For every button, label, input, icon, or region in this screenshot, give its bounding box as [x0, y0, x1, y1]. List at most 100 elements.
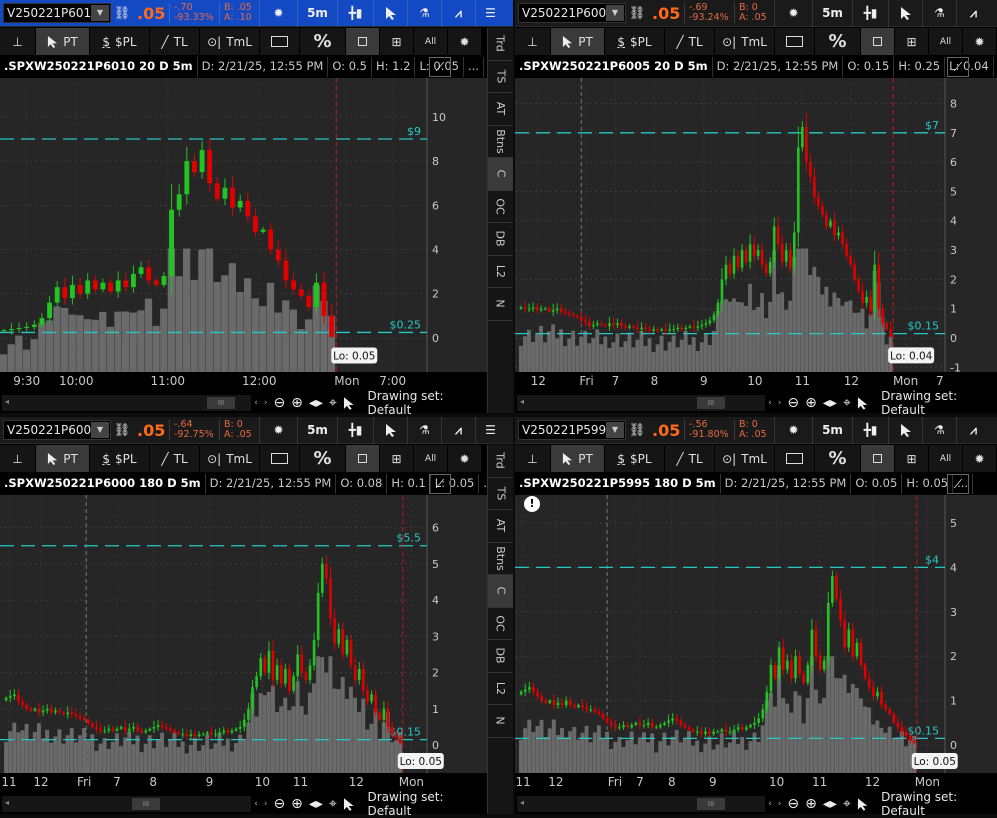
side-tab-db[interactable]: DB — [488, 223, 513, 256]
price-chart[interactable]: -1 0 1 2 3 4 5 6 7 8 9 $7 $0.15 Lo: 0.04 — [515, 78, 997, 372]
symbol-input[interactable]: V250221P6010 — [7, 6, 99, 20]
side-tab-ts[interactable]: TS — [488, 61, 513, 93]
settings-button[interactable]: ✹ — [448, 445, 482, 472]
symbol-selector[interactable]: V250221P6000 ▼ — [3, 420, 111, 440]
zoom-out-icon[interactable]: ⊖ — [787, 796, 799, 812]
side-tab-trd[interactable]: Trd — [488, 445, 513, 478]
pointer-tool-button[interactable]: PT — [36, 445, 90, 472]
chevron-down-icon[interactable]: ▼ — [91, 5, 109, 21]
trendline-tool-button[interactable]: ╱ TL — [150, 28, 200, 55]
step-forward-icon[interactable]: › — [778, 398, 782, 408]
pin-button[interactable]: ⊥ — [515, 445, 551, 472]
crosshair-icon[interactable]: ⌖ — [329, 796, 337, 812]
drawings-button[interactable]: ⩘ — [441, 416, 475, 444]
rectangle-tool-button[interactable] — [775, 445, 815, 472]
trendline-tool-button[interactable]: ╱ TL — [665, 28, 715, 55]
chart-settings-button[interactable]: ✹ — [259, 0, 297, 27]
side-tab-at[interactable]: AT — [488, 93, 513, 126]
grid-layout-button[interactable]: ⊞ — [380, 28, 414, 55]
price-level-tool-button[interactable]: $ $PL — [605, 28, 665, 55]
rectangle-tool-button[interactable] — [260, 28, 300, 55]
menu-button[interactable]: ☰ — [475, 0, 505, 27]
horizontal-scrollbar[interactable]: ◂ III — [517, 395, 766, 411]
step-back-icon[interactable]: ‹ — [254, 799, 258, 809]
scrollbar-thumb[interactable]: III — [697, 397, 725, 409]
side-tab-oc[interactable]: OC — [488, 191, 513, 223]
step-forward-icon[interactable]: › — [264, 799, 268, 809]
step-back-icon[interactable]: ‹ — [768, 799, 772, 809]
side-tab-c[interactable]: C — [488, 158, 513, 191]
step-back-icon[interactable]: ‹ — [768, 398, 772, 408]
zoom-in-icon[interactable]: ⊕ — [805, 796, 817, 812]
zoom-in-icon[interactable]: ⊕ — [805, 395, 817, 411]
price-axis-toggle-icon[interactable]: ⟋ — [947, 57, 969, 77]
drawings-button[interactable]: ⩘ — [441, 0, 475, 27]
cursor-mode-button[interactable] — [888, 416, 922, 444]
cursor-icon[interactable] — [857, 396, 868, 411]
chart-style-button[interactable]: ╋▮ — [852, 416, 888, 444]
symbol-selector[interactable]: V250221P6005 ▼ — [518, 3, 626, 23]
scroll-left-icon[interactable]: ◂ — [520, 798, 524, 807]
percent-tool-button[interactable]: % — [815, 28, 861, 55]
side-tab-oc[interactable]: OC — [488, 608, 513, 640]
trendline-tool-button[interactable]: ╱ TL — [150, 445, 200, 472]
single-layout-button[interactable] — [346, 28, 380, 55]
pin-button[interactable]: ⊥ — [0, 445, 36, 472]
chart-style-button[interactable]: ╋▮ — [337, 0, 373, 27]
scrollbar-thumb[interactable]: III — [697, 798, 725, 810]
studies-button[interactable]: ⚗ — [922, 416, 956, 444]
horizontal-scrollbar[interactable]: ◂ III — [2, 796, 252, 812]
single-layout-button[interactable] — [346, 445, 380, 472]
alert-icon[interactable]: ! — [524, 496, 540, 512]
price-chart[interactable]: 0 2 4 6 8 10 $9 $0.25 Lo: 0.05 — [0, 78, 487, 372]
side-tab-trd[interactable]: Trd — [488, 28, 513, 61]
menu-button[interactable]: ☰ — [475, 416, 505, 444]
percent-tool-button[interactable]: % — [815, 445, 861, 472]
chart-settings-button[interactable]: ✹ — [774, 0, 812, 27]
side-tab-l2[interactable]: L2 — [488, 673, 513, 705]
pin-button[interactable]: ⊥ — [515, 28, 551, 55]
chart-style-button[interactable]: ╋▮ — [852, 0, 888, 27]
side-tab-btns[interactable]: Btns — [488, 543, 513, 575]
timeframe-button[interactable]: 5m — [812, 416, 852, 444]
scroll-left-icon[interactable]: ◂ — [520, 397, 524, 406]
pin-button[interactable]: ⊥ — [0, 28, 36, 55]
crosshair-icon[interactable]: ⌖ — [843, 395, 851, 411]
grid-layout-button[interactable]: ⊞ — [380, 445, 414, 472]
chevron-down-icon[interactable]: ▼ — [606, 5, 624, 21]
timeframe-button[interactable]: 5m — [297, 0, 337, 27]
cursor-icon[interactable] — [343, 797, 355, 812]
all-button[interactable]: All — [929, 445, 963, 472]
cursor-icon[interactable] — [343, 396, 355, 411]
more-info[interactable]: ... — [994, 57, 997, 77]
fit-width-icon[interactable]: ◂▸ — [823, 395, 837, 411]
drawing-set-selector[interactable]: Drawing set: Default — [367, 389, 487, 417]
timeframe-button[interactable]: 5m — [297, 416, 337, 444]
horizontal-scrollbar[interactable]: ◂ III — [2, 395, 252, 411]
scroll-left-icon[interactable]: ◂ — [5, 397, 9, 406]
crosshair-icon[interactable]: ⌖ — [843, 796, 851, 812]
price-axis-toggle-icon[interactable]: ⟋ — [429, 474, 451, 494]
side-tab-at[interactable]: AT — [488, 510, 513, 543]
cursor-mode-button[interactable] — [373, 416, 407, 444]
fit-width-icon[interactable]: ◂▸ — [309, 395, 323, 411]
price-chart[interactable]: 0 1 2 3 4 5 $4 $0.15 Lo: 0.05 — [515, 495, 997, 773]
zoom-in-icon[interactable]: ⊕ — [291, 395, 303, 411]
timeframe-button[interactable]: 5m — [812, 0, 852, 27]
side-tab-btns[interactable]: Btns — [488, 126, 513, 158]
side-tab-db[interactable]: DB — [488, 640, 513, 673]
single-layout-button[interactable] — [861, 445, 895, 472]
side-tab-l2[interactable]: L2 — [488, 256, 513, 288]
cursor-mode-button[interactable] — [373, 0, 407, 27]
step-forward-icon[interactable]: › — [264, 398, 268, 408]
chevron-down-icon[interactable]: ▼ — [91, 422, 109, 438]
symbol-input[interactable]: V250221P6005 — [522, 6, 614, 20]
rectangle-tool-button[interactable] — [775, 28, 815, 55]
zoom-out-icon[interactable]: ⊖ — [273, 796, 285, 812]
drawings-button[interactable]: ⩘ — [956, 0, 990, 27]
side-tab-n[interactable]: N — [488, 288, 513, 321]
scrollbar-thumb[interactable]: III — [207, 397, 235, 409]
link-icon[interactable]: ⛓ — [626, 423, 648, 438]
price-axis-toggle-icon[interactable]: ⟋ — [947, 474, 969, 494]
all-button[interactable]: All — [929, 28, 963, 55]
